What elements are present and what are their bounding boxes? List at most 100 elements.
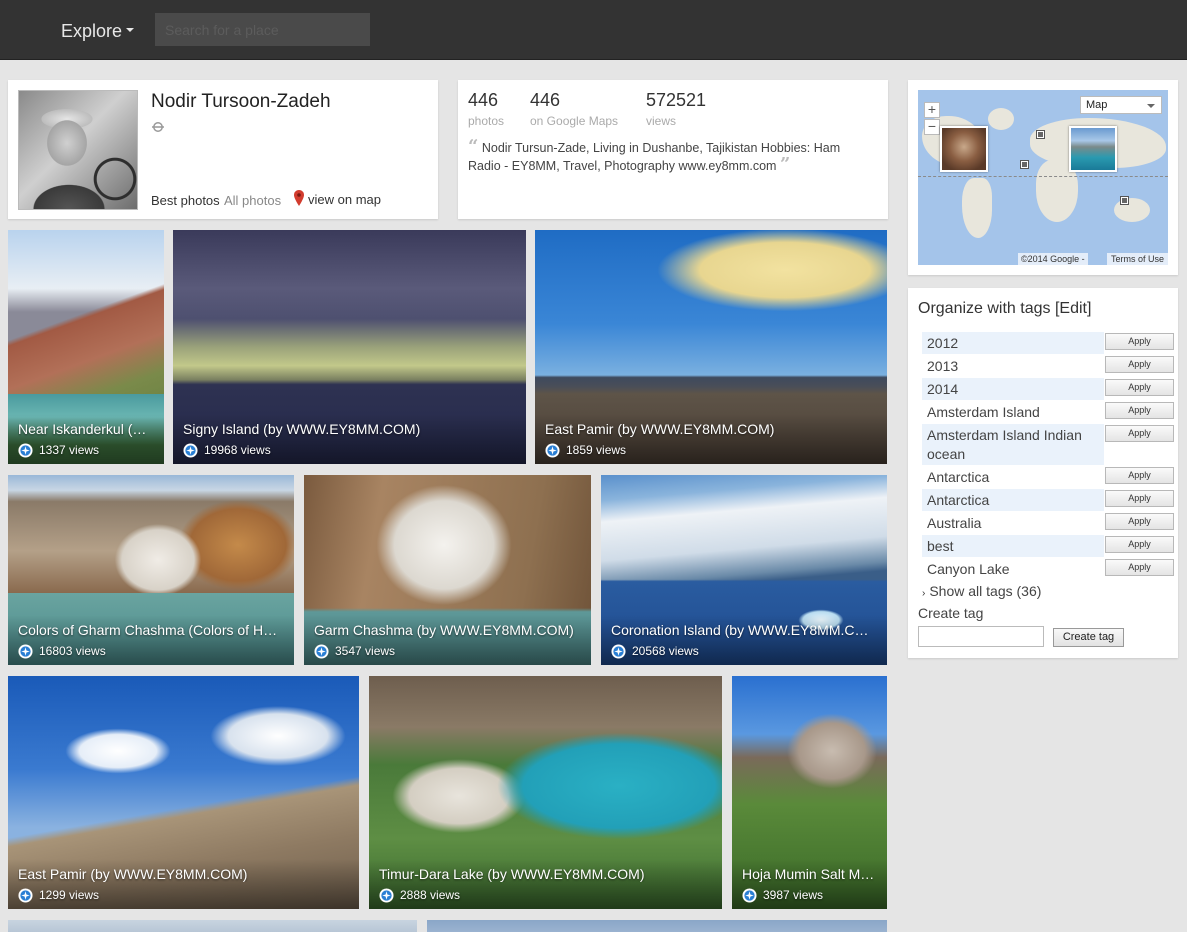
photo-tile[interactable]: East Pamir (by WWW.EY8MM.COM) 1299 views bbox=[8, 676, 359, 909]
photo-views: 1859 views bbox=[566, 443, 627, 457]
photo-title: East Pamir (by WWW.EY8MM.COM) bbox=[545, 421, 775, 437]
photo-tile-partial[interactable] bbox=[8, 920, 417, 932]
photo-tile[interactable]: Coronation Island (by WWW.EY8MM.COM) 205… bbox=[601, 475, 887, 665]
photo-views: 3987 views bbox=[763, 888, 824, 902]
all-photos-link[interactable]: All photos bbox=[224, 193, 281, 208]
photo-title: East Pamir (by WWW.EY8MM.COM) bbox=[18, 866, 248, 882]
tag-item: Amsterdam Island Indian ocean bbox=[922, 424, 1104, 465]
map-terms-link[interactable]: Terms of Use bbox=[1106, 253, 1168, 265]
top-bar: Explore bbox=[0, 0, 1187, 60]
create-tag-input[interactable] bbox=[918, 626, 1044, 647]
zoom-in-button[interactable]: + bbox=[924, 102, 940, 118]
photo-tile[interactable]: Signy Island (by WWW.EY8MM.COM) 19968 vi… bbox=[173, 230, 526, 464]
apply-tag-button[interactable]: Apply bbox=[1105, 536, 1174, 553]
photo-views: 20568 views bbox=[632, 644, 699, 658]
apply-tag-button[interactable]: Apply bbox=[1105, 379, 1174, 396]
tag-item: 2013 bbox=[927, 358, 959, 374]
tag-item: Canyon Lake bbox=[927, 561, 1010, 577]
create-tag-label: Create tag bbox=[918, 605, 984, 621]
photo-title: Near Iskanderkul (by WWW.EY8MM.COM) bbox=[18, 421, 154, 437]
maps-label: on Google Maps bbox=[530, 114, 619, 128]
photo-title: Coronation Island (by WWW.EY8MM.COM) bbox=[611, 622, 877, 638]
photo-title: Garm Chashma (by WWW.EY8MM.COM) bbox=[314, 622, 574, 638]
show-all-tags-link[interactable]: › Show all tags (36) bbox=[922, 583, 1041, 599]
best-photos-tab[interactable]: Best photos bbox=[151, 193, 220, 208]
views-icon bbox=[314, 644, 329, 659]
profile-card: Nodir Tursoon-Zadeh Best photos All phot… bbox=[8, 80, 438, 219]
caret-down-icon bbox=[1147, 104, 1155, 108]
views-icon bbox=[18, 644, 33, 659]
maps-count: 446 bbox=[530, 90, 561, 110]
apply-tag-button[interactable]: Apply bbox=[1105, 356, 1174, 373]
open-quote-icon: “ bbox=[468, 136, 479, 157]
views-icon bbox=[379, 888, 394, 903]
apply-tag-button[interactable]: Apply bbox=[1105, 490, 1174, 507]
photo-tile[interactable]: Garm Chashma (by WWW.EY8MM.COM) 3547 vie… bbox=[304, 475, 591, 665]
views-icon bbox=[611, 644, 626, 659]
circles-icon[interactable] bbox=[151, 122, 165, 132]
avatar[interactable] bbox=[18, 90, 138, 210]
photo-title: Signy Island (by WWW.EY8MM.COM) bbox=[183, 421, 421, 437]
photo-title: Timur-Dara Lake (by WWW.EY8MM.COM) bbox=[379, 866, 645, 882]
profile-name: Nodir Tursoon-Zadeh bbox=[151, 91, 331, 112]
tag-item: 2012 bbox=[922, 332, 1104, 354]
map-marker[interactable] bbox=[1120, 196, 1129, 205]
apply-tag-button[interactable]: Apply bbox=[1105, 333, 1174, 350]
tag-item: Australia bbox=[927, 515, 982, 531]
caret-down-icon bbox=[126, 28, 135, 33]
views-label: views bbox=[646, 114, 677, 128]
map-marker[interactable] bbox=[1036, 130, 1045, 139]
create-tag-button[interactable]: Create tag bbox=[1053, 628, 1124, 647]
map-type-label: Map bbox=[1086, 99, 1108, 111]
views-icon bbox=[183, 443, 198, 458]
map-type-select[interactable]: Map bbox=[1080, 96, 1162, 114]
photo-views: 1299 views bbox=[39, 888, 100, 902]
map-land-south-america bbox=[962, 178, 992, 238]
tag-item: Antarctica bbox=[927, 469, 990, 485]
photo-views: 19968 views bbox=[204, 443, 271, 457]
views-count: 572521 bbox=[646, 90, 707, 110]
tag-item: 2014 bbox=[922, 378, 1104, 400]
chevron-right-icon: › bbox=[922, 588, 926, 599]
photo-tile[interactable]: Hoja Mumin Salt Mountain (by WWW.EY8MM.C… bbox=[732, 676, 887, 909]
views-icon bbox=[18, 888, 33, 903]
stats-card: 446 photos 446 on Google Maps 572521 vie… bbox=[458, 80, 888, 219]
apply-tag-button[interactable]: Apply bbox=[1105, 559, 1174, 576]
photo-tile[interactable]: Colors of Gharm Chashma (Colors of Hot S… bbox=[8, 475, 294, 665]
explore-menu[interactable]: Explore bbox=[61, 21, 135, 42]
close-quote-icon: ” bbox=[779, 154, 791, 175]
photo-tile[interactable]: Near Iskanderkul (by WWW.EY8MM.COM) 1337… bbox=[8, 230, 164, 464]
map-land-greenland bbox=[988, 108, 1014, 130]
photo-tile[interactable]: Timur-Dara Lake (by WWW.EY8MM.COM) 2888 … bbox=[369, 676, 722, 909]
views-icon bbox=[742, 888, 757, 903]
explore-label: Explore bbox=[61, 21, 123, 41]
photos-count: 446 bbox=[468, 90, 499, 110]
photo-title: Hoja Mumin Salt Mountain (by WWW.EY8MM.C… bbox=[742, 866, 877, 882]
zoom-out-button[interactable]: − bbox=[924, 119, 940, 135]
map-photo-marker[interactable] bbox=[940, 126, 988, 172]
photo-tile[interactable]: East Pamir (by WWW.EY8MM.COM) 1859 views bbox=[535, 230, 887, 464]
apply-tag-button[interactable]: Apply bbox=[1105, 425, 1174, 442]
photo-title: Colors of Gharm Chashma (Colors of Hot S… bbox=[18, 622, 284, 638]
photo-tile-partial[interactable] bbox=[427, 920, 887, 932]
apply-tag-button[interactable]: Apply bbox=[1105, 402, 1174, 419]
world-map[interactable]: + − Map ©2014 Google - Terms of Use bbox=[918, 90, 1168, 265]
map-marker[interactable] bbox=[1020, 160, 1029, 169]
photo-views: 1337 views bbox=[39, 443, 100, 457]
view-on-map-link[interactable]: view on map bbox=[308, 192, 381, 207]
map-equator-line bbox=[918, 176, 1168, 177]
tags-heading[interactable]: Organize with tags [Edit] bbox=[918, 300, 1091, 318]
map-photo-marker[interactable] bbox=[1069, 126, 1117, 172]
map-card: + − Map ©2014 Google - Terms of Use bbox=[908, 80, 1178, 275]
photo-views: 2888 views bbox=[400, 888, 461, 902]
search-input[interactable] bbox=[155, 13, 370, 46]
views-icon bbox=[545, 443, 560, 458]
apply-tag-button[interactable]: Apply bbox=[1105, 513, 1174, 530]
map-copyright: ©2014 Google - bbox=[1018, 253, 1088, 265]
views-icon bbox=[18, 443, 33, 458]
apply-tag-button[interactable]: Apply bbox=[1105, 467, 1174, 484]
photos-label: photos bbox=[468, 114, 505, 128]
tags-card: Organize with tags [Edit] 2012 Apply 201… bbox=[908, 288, 1178, 658]
map-pin-icon bbox=[294, 190, 304, 206]
tag-item: Antarctica bbox=[922, 489, 1104, 511]
